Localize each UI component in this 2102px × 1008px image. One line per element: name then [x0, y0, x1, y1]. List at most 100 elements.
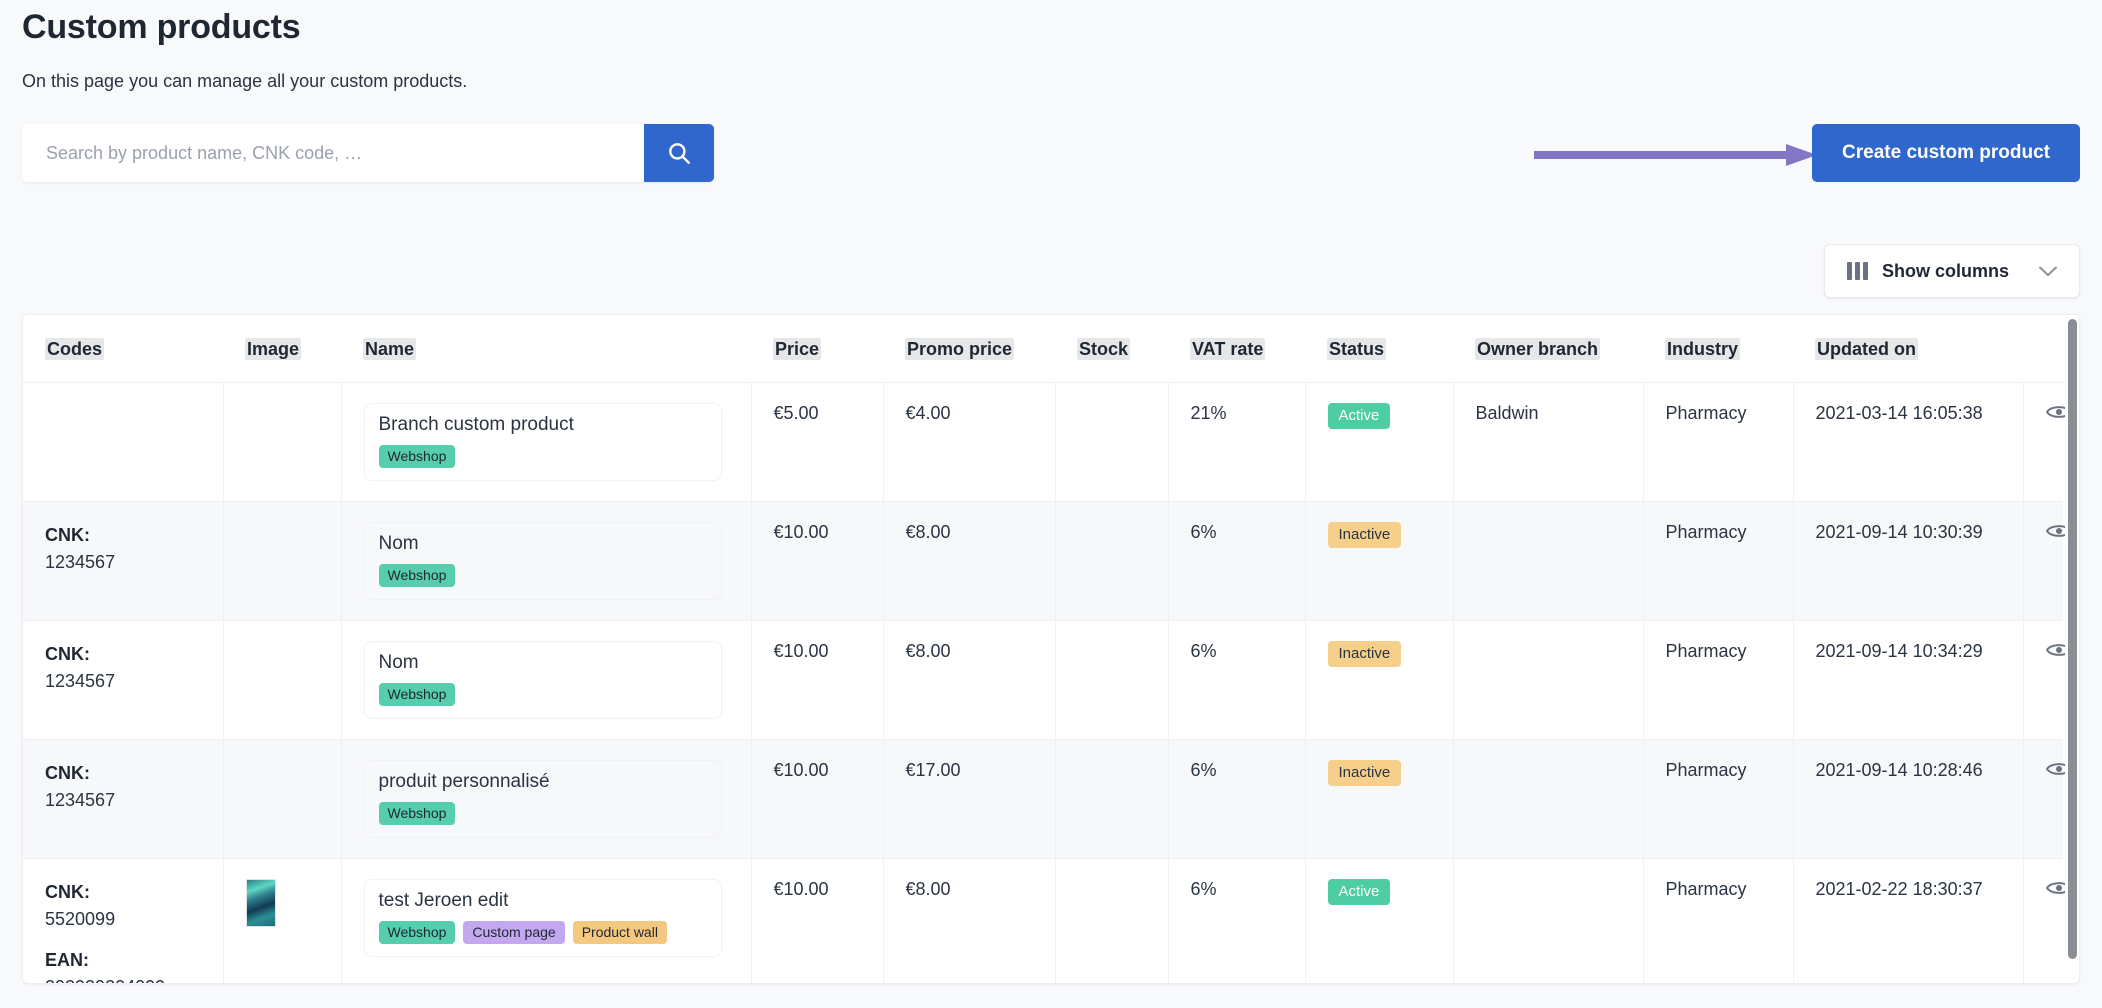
column-header-stock[interactable]: Stock	[1055, 315, 1168, 383]
cell-updated-on: 2021-09-14 10:34:29	[1793, 620, 2024, 740]
cell-image	[223, 858, 342, 983]
cell-owner-branch	[1453, 501, 1644, 621]
cell-industry: Pharmacy	[1643, 739, 1794, 859]
cell-codes: CNK: 1234567	[23, 739, 224, 859]
cell-actions	[2023, 620, 2072, 740]
column-header-vat-rate[interactable]: VAT rate	[1168, 315, 1305, 383]
column-header-name[interactable]: Name	[341, 315, 751, 383]
product-name-box: Nom Webshop	[363, 522, 722, 600]
cell-name: Nom Webshop	[341, 620, 752, 740]
cell-stock	[1055, 620, 1169, 740]
cell-codes: CNK: 5520099 EAN: 293929204099	[23, 858, 224, 983]
cell-status: Inactive	[1305, 501, 1454, 621]
tag-row: Webshop	[378, 802, 707, 825]
tag-row: Webshop	[378, 683, 707, 706]
cell-vat-rate: 21%	[1168, 382, 1306, 502]
table-head: Codes Image Name Price Promo price Stock…	[23, 315, 2063, 383]
tag-webshop: Webshop	[378, 802, 456, 825]
create-custom-product-button[interactable]: Create custom product	[1812, 124, 2080, 182]
search-input[interactable]	[22, 124, 644, 182]
cell-updated-on: 2021-03-14 16:05:38	[1793, 382, 2024, 502]
cell-status: Inactive	[1305, 620, 1454, 740]
table-row[interactable]: CNK: 1234567 produit personnalisé Webshop €1…	[23, 739, 2072, 859]
search-bar	[22, 124, 714, 182]
cell-actions	[2023, 501, 2072, 621]
pointer-arrow-icon	[1534, 144, 1817, 166]
cell-name: Nom Webshop	[341, 501, 752, 621]
cell-updated-on: 2021-02-22 18:30:37	[1793, 858, 2024, 983]
tag-row: Webshop	[378, 564, 707, 587]
table-row[interactable]: CNK: 1234567 Nom Webshop €10.00 €8.00 6% Inacti…	[23, 501, 2072, 621]
cell-status: Inactive	[1305, 739, 1454, 859]
show-columns-button[interactable]: Show columns	[1823, 244, 2080, 298]
product-name-box: Branch custom product Webshop	[363, 403, 722, 481]
cell-stock	[1055, 501, 1169, 621]
column-header-status[interactable]: Status	[1305, 315, 1453, 383]
column-header-promo-price[interactable]: Promo price	[883, 315, 1055, 383]
eye-icon[interactable]	[2045, 403, 2072, 421]
cell-owner-branch	[1453, 739, 1644, 859]
product-thumbnail	[245, 879, 276, 927]
cell-stock	[1055, 382, 1169, 502]
cell-name: Branch custom product Webshop	[341, 382, 752, 502]
columns-icon	[1846, 262, 1868, 280]
cell-owner-branch	[1453, 620, 1644, 740]
cell-name: test Jeroen edit Webshop Custom page Produc…	[341, 858, 752, 983]
cell-vat-rate: 6%	[1168, 858, 1306, 983]
cell-image	[223, 382, 342, 502]
tag-webshop: Webshop	[378, 921, 456, 944]
cell-status: Active	[1305, 382, 1454, 502]
column-header-updated-on[interactable]: Updated on	[1793, 315, 2023, 383]
product-name: Nom	[378, 652, 419, 673]
cell-image	[223, 620, 342, 740]
chevron-down-icon	[2039, 261, 2057, 282]
tag-webshop: Webshop	[378, 445, 456, 468]
search-button[interactable]	[644, 124, 714, 182]
cell-price: €10.00	[751, 739, 884, 859]
status-badge: Inactive	[1327, 760, 1402, 786]
cell-price: €10.00	[751, 501, 884, 621]
column-header-actions	[2023, 315, 2063, 383]
table-row[interactable]: CNK: 5520099 EAN: 293929204099 test Jeroen e…	[23, 858, 2072, 983]
eye-icon[interactable]	[2045, 879, 2072, 897]
cell-industry: Pharmacy	[1643, 382, 1794, 502]
tag-productwall: Product wall	[572, 921, 667, 944]
cnk-value: 5520099	[45, 909, 116, 929]
cell-promo-price: €8.00	[883, 858, 1056, 983]
column-header-image[interactable]: Image	[223, 315, 341, 383]
cell-promo-price: €17.00	[883, 739, 1056, 859]
product-name: test Jeroen edit	[378, 890, 509, 911]
cell-actions	[2023, 739, 2072, 859]
cell-price: €10.00	[751, 620, 884, 740]
status-badge: Active	[1327, 403, 1391, 429]
columns-row: Show columns	[22, 244, 2080, 300]
table-header-row: Codes Image Name Price Promo price Stock…	[23, 315, 2063, 383]
table-vertical-scrollbar[interactable]	[2065, 315, 2079, 983]
column-header-owner-branch[interactable]: Owner branch	[1453, 315, 1643, 383]
cnk-label: CNK:	[45, 882, 90, 902]
cell-promo-price: €4.00	[883, 382, 1056, 502]
eye-icon[interactable]	[2045, 760, 2072, 778]
cell-promo-price: €8.00	[883, 501, 1056, 621]
page-title: Custom products	[22, 8, 301, 46]
cell-name: produit personnalisé Webshop	[341, 739, 752, 859]
table-row[interactable]: CNK: 1234567 Nom Webshop €10.00 €8.00 6% Inacti…	[23, 620, 2072, 740]
tag-webshop: Webshop	[378, 683, 456, 706]
cell-codes	[23, 382, 224, 502]
cell-updated-on: 2021-09-14 10:30:39	[1793, 501, 2024, 621]
cell-actions	[2023, 382, 2072, 502]
toolbar: Create custom product	[22, 124, 2080, 192]
eye-icon[interactable]	[2045, 522, 2072, 540]
cell-updated-on: 2021-09-14 10:28:46	[1793, 739, 2024, 859]
cell-owner-branch: Baldwin	[1453, 382, 1644, 502]
cell-promo-price: €8.00	[883, 620, 1056, 740]
product-name-box: Nom Webshop	[363, 641, 722, 719]
status-badge: Active	[1327, 879, 1391, 905]
column-header-industry[interactable]: Industry	[1643, 315, 1793, 383]
table-row[interactable]: Branch custom product Webshop €5.00 €4.00 21…	[23, 382, 2072, 502]
cell-image	[223, 739, 342, 859]
column-header-codes[interactable]: Codes	[23, 315, 223, 383]
column-header-price[interactable]: Price	[751, 315, 883, 383]
table-body: Branch custom product Webshop €5.00 €4.00 21…	[23, 382, 2072, 983]
eye-icon[interactable]	[2045, 641, 2072, 659]
